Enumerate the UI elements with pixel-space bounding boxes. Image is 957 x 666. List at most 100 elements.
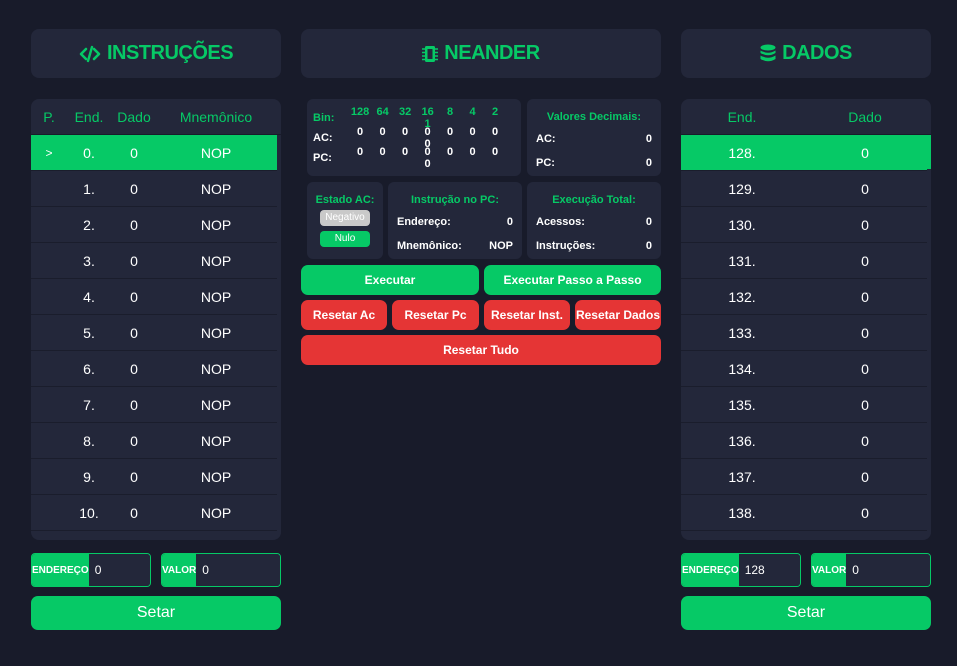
table-row[interactable]: 10. 0 NOP [31,495,281,531]
dado-cell: 0 [861,468,869,485]
binary-bits-row: Bin: 128 64 32 16 8 4 21 [313,106,515,130]
resetar-dados-button[interactable]: Resetar Dados [575,300,661,330]
executar-button[interactable]: Executar [301,265,479,295]
endereco-cell: 6. [83,360,95,377]
valor-label: VALOR [162,554,197,586]
table-row[interactable]: 3. 0 NOP [31,243,281,279]
table-row[interactable]: 8. 0 NOP [31,423,281,459]
bin-bits-cell: 16 [421,106,434,118]
dados-valor-group: VALOR [811,553,931,587]
decimal-ac-value: 0 [645,133,652,145]
bin-ac-cell: 0 [402,126,409,138]
bin-pc-cell: 0 [424,146,431,158]
instrucoes-valor-group: VALOR [161,553,281,587]
mnemonico-cell: NOP [200,288,232,305]
col-pointer: P. [43,108,55,125]
bin-bits-cell: 128 [350,106,370,118]
acessos-label: Acessos: [536,216,585,228]
instrucoes-table-header: P. End. Dado Mnemônico [31,99,281,135]
table-row[interactable]: 4. 0 NOP [31,279,281,315]
table-row[interactable]: 6. 0 NOP [31,351,281,387]
dado-cell: 0 [130,504,138,521]
table-row[interactable]: 129. 0 [681,171,931,207]
table-row[interactable]: >0. 0 NOP [31,135,281,171]
dados-scrollbar-thumb[interactable] [927,135,931,169]
table-row[interactable]: 134. 0 [681,351,931,387]
chip-icon [422,45,439,62]
bin-pc-cell: 0 [357,146,364,158]
table-row[interactable]: 5. 0 NOP [31,315,281,351]
resetar-tudo-button[interactable]: Resetar Tudo [301,335,661,365]
dado-cell: 0 [861,288,869,305]
instrucoes-table: P. End. Dado Mnemônico >0. 0 NOP 1. 0 NOP 2. 0 N… [31,99,281,540]
endereco-label: ENDEREÇO [682,554,739,586]
table-row[interactable]: 1. 0 NOP [31,171,281,207]
dado-cell: 0 [861,180,869,197]
endereco-cell: 2. [83,216,95,233]
table-row[interactable]: 132. 0 [681,279,931,315]
dados-valor-input[interactable] [846,554,930,586]
table-row[interactable]: 137. 0 [681,459,931,495]
col-mnemonico: Mnemônico [179,108,253,125]
endereco-cell: 5. [83,324,95,341]
dado-cell: 0 [861,216,869,233]
table-row[interactable]: 133. 0 [681,315,931,351]
decimal-ac-row: AC: 0 [536,127,652,151]
instrucoes-count-label: Instruções: [536,240,596,252]
endereco-cell: 135. [728,396,756,413]
resetar-inst-button[interactable]: Resetar Inst. [484,300,570,330]
instrucoes-count-value: 0 [645,240,652,252]
bin-bits-cell: 64 [376,106,389,118]
execution-total-box: Execução Total: Acessos: 0 Instruções: 0 [527,182,661,259]
pc-endereco-label: Endereço: [397,216,451,228]
instrucoes-endereco-group: ENDEREÇO [31,553,151,587]
dados-header: DADOS [681,29,931,78]
col-dado: Dado [848,108,882,125]
dados-setar-button[interactable]: Setar [681,596,931,630]
dado-cell: 0 [130,252,138,269]
dados-scrollbar[interactable] [927,135,931,540]
instrucoes-scrollbar[interactable] [277,135,281,540]
endereco-cell: 3. [83,252,95,269]
endereco-cell: 134. [728,360,756,377]
endereco-cell: 1. [83,180,95,197]
binary-pc-row: PC: 0 0 0 0 0 0 00 [313,146,515,170]
bin-label: Bin: [313,112,335,124]
resetar-pc-button[interactable]: Resetar Pc [392,300,479,330]
bin-pc-cell: 0 [492,146,499,158]
bin-ac-cell: 0 [492,126,499,138]
table-row[interactable]: 7. 0 NOP [31,387,281,423]
instrucoes-endereco-input[interactable] [88,554,150,586]
table-row[interactable]: 135. 0 [681,387,931,423]
table-row[interactable]: 136. 0 [681,423,931,459]
pc-mnemonico-row: Mnemônico: NOP [397,234,513,258]
table-row[interactable]: 128. 0 [681,135,931,171]
endereco-cell: 137. [728,468,756,485]
dado-cell: 0 [861,252,869,269]
pc-endereco-row: Endereço: 0 [397,210,513,234]
table-row[interactable]: 138. 0 [681,495,931,531]
mnemonico-cell: NOP [200,180,232,197]
instrucoes-setar-button[interactable]: Setar [31,596,281,630]
endereco-cell: 129. [728,180,756,197]
endereco-cell: 9. [83,468,95,485]
dados-endereco-input[interactable] [738,554,800,586]
pc-mnemonico-value: NOP [489,240,513,252]
mnemonico-cell: NOP [200,360,232,377]
acessos-value: 0 [645,216,652,228]
neander-header: NEANDER [301,29,661,78]
bin-bits-cell: 32 [398,106,412,118]
executar-passo-button[interactable]: Executar Passo a Passo [484,265,661,295]
endereco-cell: 0. [83,144,95,161]
dado-cell: 0 [130,180,138,197]
dado-cell: 0 [130,324,138,341]
endereco-cell: 133. [728,324,756,341]
table-row[interactable]: 130. 0 [681,207,931,243]
dado-cell: 0 [130,468,138,485]
table-row[interactable]: 9. 0 NOP [31,459,281,495]
table-row[interactable]: 131. 0 [681,243,931,279]
table-row[interactable]: 2. 0 NOP [31,207,281,243]
resetar-ac-button[interactable]: Resetar Ac [301,300,387,330]
instrucoes-valor-input[interactable] [196,554,280,586]
nulo-badge: Nulo [320,231,370,247]
